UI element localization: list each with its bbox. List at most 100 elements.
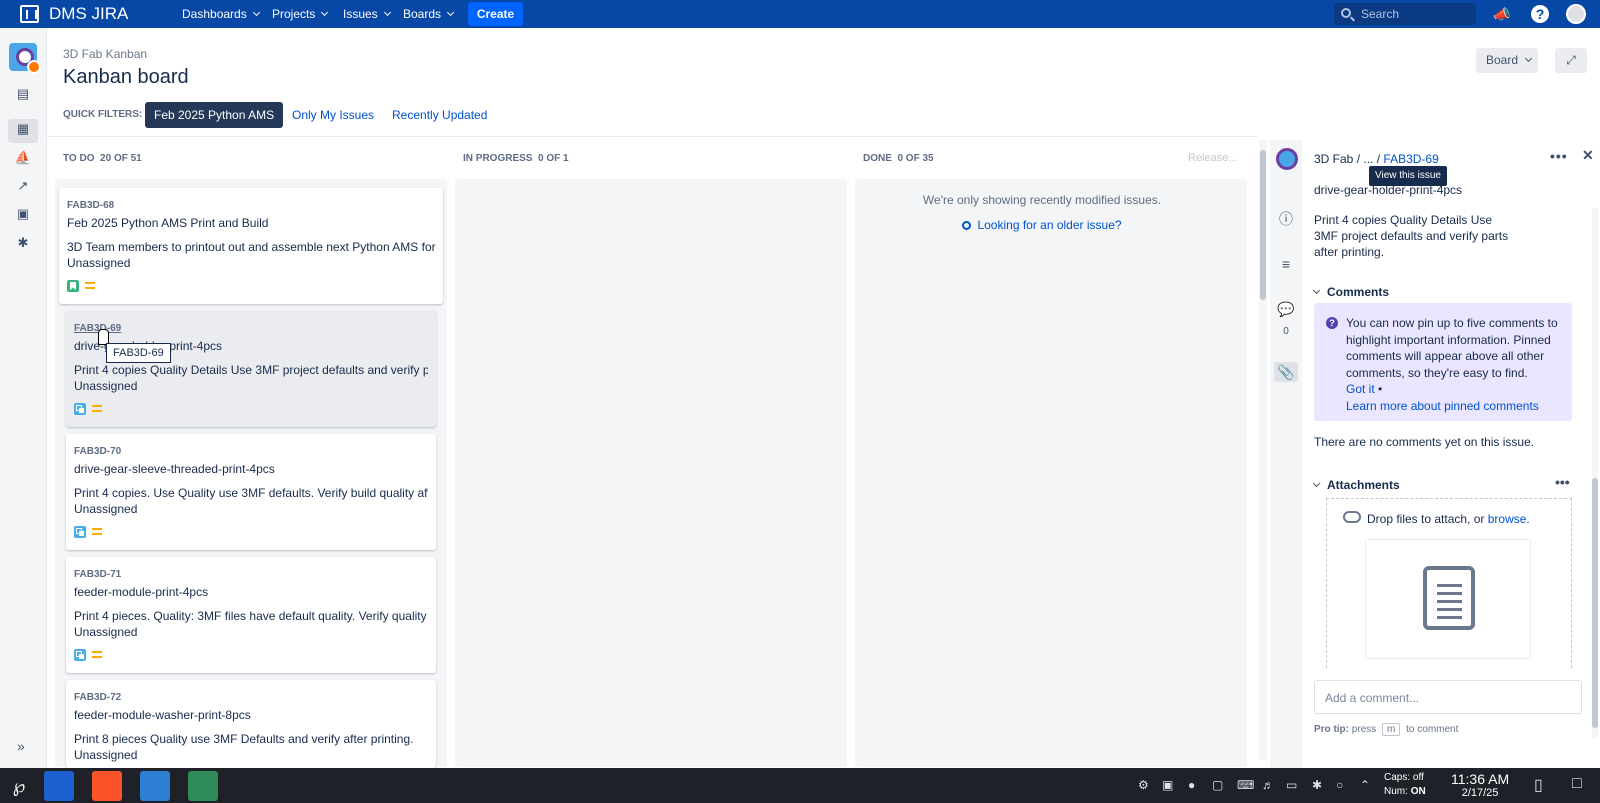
tray-notification-icon[interactable]: ⚙ bbox=[1138, 778, 1149, 792]
issue-detail-panel: ⓘ ≡ 💬 0 📎 3D Fab / ... / FAB3D-69 ••• ✕ … bbox=[1270, 140, 1600, 768]
megaphone-icon[interactable]: 📣 bbox=[1492, 4, 1512, 24]
tray-keyboard-icon[interactable]: ⌨ bbox=[1237, 778, 1254, 792]
help-icon[interactable]: ? bbox=[1531, 5, 1549, 23]
brave-browser-icon[interactable] bbox=[92, 771, 122, 801]
column-count: 20 OF 51 bbox=[100, 153, 142, 164]
release-link[interactable]: Release... bbox=[1188, 152, 1238, 164]
scrollbar-thumb[interactable] bbox=[1260, 150, 1266, 300]
comments-icon[interactable]: 💬 bbox=[1276, 299, 1296, 319]
tray-hp-icon[interactable]: ● bbox=[1188, 778, 1195, 792]
issue-description: Print 4 copies. Use Quality use 3MF defa… bbox=[74, 486, 428, 500]
tray-wifi-icon[interactable]: ○ bbox=[1336, 778, 1343, 792]
board-scrollbar[interactable] bbox=[1259, 140, 1267, 760]
crumb-ellipsis[interactable]: ... bbox=[1363, 152, 1373, 166]
nav-boards[interactable]: Boards bbox=[403, 7, 455, 21]
project-avatar-icon[interactable] bbox=[9, 43, 41, 74]
add-comment-input[interactable]: Add a comment... bbox=[1314, 680, 1582, 714]
quick-filter-recently-updated[interactable]: Recently Updated bbox=[383, 102, 496, 128]
board-view-dropdown[interactable]: Board bbox=[1476, 48, 1538, 73]
expand-sidebar-icon[interactable]: » bbox=[17, 738, 25, 754]
nav-issues[interactable]: Issues bbox=[343, 7, 391, 21]
issue-assignee: Unassigned bbox=[74, 625, 138, 639]
priority-medium-icon bbox=[92, 528, 102, 535]
issue-key[interactable]: FAB3D-72 bbox=[74, 692, 121, 703]
close-icon[interactable]: ✕ bbox=[1582, 147, 1594, 164]
column-name: DONE bbox=[863, 153, 892, 164]
comments-section-toggle[interactable]: Comments bbox=[1312, 285, 1389, 299]
tray-bluetooth-icon[interactable]: ✱ bbox=[1312, 778, 1322, 792]
project-breadcrumb[interactable]: 3D Fab Kanban bbox=[63, 47, 147, 61]
story-icon bbox=[67, 280, 79, 292]
add-ons-icon[interactable]: ✱ bbox=[13, 233, 33, 253]
details-info-icon[interactable]: ⓘ bbox=[1276, 209, 1296, 229]
attachments-heading: Attachments bbox=[1327, 478, 1400, 492]
quick-filter-feb-2025[interactable]: Feb 2025 Python AMS bbox=[145, 102, 284, 128]
kanban-board-icon[interactable]: ▦ bbox=[8, 119, 38, 143]
quick-filter-my-issues[interactable]: Only My Issues bbox=[283, 102, 383, 128]
protip-press: press bbox=[1351, 724, 1377, 735]
attachments-section-toggle[interactable]: Attachments bbox=[1312, 478, 1400, 492]
issue-card[interactable]: FAB3D-71 feeder-module-print-4pcs Print … bbox=[66, 557, 436, 673]
column-in-progress bbox=[455, 179, 847, 767]
num-status: ON bbox=[1410, 786, 1426, 797]
issue-description[interactable]: Print 4 copies Quality Details Use 3MF p… bbox=[1314, 212, 1514, 260]
older-issue-link[interactable]: Looking for an older issue? bbox=[857, 218, 1227, 232]
reports-icon[interactable]: ↗ bbox=[13, 176, 33, 196]
view-issue-tooltip: View this issue bbox=[1369, 166, 1447, 186]
issue-key[interactable]: FAB3D-71 bbox=[74, 569, 121, 580]
detail-scrollbar[interactable] bbox=[1592, 208, 1598, 738]
trash-icon[interactable]: ▯ bbox=[1534, 775, 1543, 795]
issue-card[interactable]: FAB3D-68 Feb 2025 Python AMS Print and B… bbox=[59, 188, 443, 304]
browse-link[interactable]: browse. bbox=[1488, 512, 1530, 526]
priority-medium-icon bbox=[85, 282, 95, 289]
nav-projects[interactable]: Projects bbox=[272, 7, 329, 21]
attachments-more-icon[interactable]: ••• bbox=[1555, 474, 1570, 490]
start-menu-icon[interactable]: ℘ bbox=[4, 771, 34, 801]
attachment-icon[interactable]: 📎 bbox=[1274, 362, 1298, 382]
nav-dashboards[interactable]: Dashboards bbox=[182, 7, 260, 21]
issues-icon[interactable]: ▣ bbox=[13, 204, 33, 224]
search-icon bbox=[1341, 8, 1351, 18]
attachment-thumbnail[interactable] bbox=[1365, 539, 1531, 659]
got-it-link[interactable]: Got it bbox=[1346, 382, 1375, 396]
issue-description: 3D Team members to printout out and asse… bbox=[67, 240, 436, 254]
backlog-icon[interactable]: ▤ bbox=[13, 84, 33, 104]
scrollbar-thumb[interactable] bbox=[1592, 478, 1598, 728]
attachment-dropzone[interactable]: Drop files to attach, or browse. bbox=[1326, 498, 1572, 668]
issue-summary: feeder-module-print-4pcs bbox=[74, 585, 209, 599]
more-actions-icon[interactable]: ••• bbox=[1550, 148, 1568, 164]
tray-vault-icon[interactable]: ▣ bbox=[1162, 778, 1173, 792]
column-count: 0 OF 35 bbox=[897, 153, 934, 164]
system-clock[interactable]: 11:36 AM 2/17/25 bbox=[1451, 771, 1509, 799]
tray-expand-icon[interactable]: ⌃ bbox=[1360, 778, 1370, 792]
jira-logo-icon[interactable] bbox=[20, 5, 39, 23]
older-issue-label: Looking for an older issue? bbox=[977, 218, 1122, 232]
issue-card[interactable]: FAB3D-72 feeder-module-washer-print-8pcs… bbox=[66, 680, 436, 768]
search-input[interactable]: Search bbox=[1334, 3, 1476, 25]
layers-app-icon[interactable] bbox=[188, 771, 218, 801]
issue-key[interactable]: FAB3D-68 bbox=[67, 200, 114, 211]
project-avatar-icon[interactable] bbox=[1276, 148, 1298, 170]
tray-battery-icon[interactable]: ▭ bbox=[1286, 778, 1297, 792]
create-button[interactable]: Create bbox=[468, 2, 523, 26]
issue-card-selected[interactable]: FAB3D-69 drive-gear-holder-print-4pcs Pr… bbox=[66, 311, 436, 427]
document-icon bbox=[1423, 566, 1475, 630]
issue-card[interactable]: FAB3D-70 drive-gear-sleeve-threaded-prin… bbox=[66, 434, 436, 550]
subtask-icon bbox=[74, 649, 86, 661]
issue-assignee: Unassigned bbox=[74, 379, 138, 393]
tray-volume-icon[interactable]: ♬ bbox=[1262, 778, 1274, 792]
fullscreen-button[interactable]: ⤢ bbox=[1555, 48, 1587, 73]
tray-clipboard-icon[interactable]: ▢ bbox=[1212, 778, 1223, 792]
user-avatar[interactable] bbox=[1566, 4, 1586, 24]
os-taskbar: ℘ ⚙ ▣ ● ▢ ⌨ ♬ ▭ ✱ ○ ⌃ Caps: off Num: ON 1… bbox=[0, 768, 1600, 803]
crumb-issue-key[interactable]: FAB3D-69 bbox=[1383, 152, 1438, 166]
store-icon[interactable] bbox=[140, 771, 170, 801]
bitwarden-icon[interactable] bbox=[44, 771, 74, 801]
description-icon[interactable]: ≡ bbox=[1276, 254, 1296, 274]
issue-key[interactable]: FAB3D-70 bbox=[74, 446, 121, 457]
learn-more-link[interactable]: Learn more about pinned comments bbox=[1346, 399, 1539, 413]
app-name[interactable]: DMS JIRA bbox=[49, 4, 128, 24]
releases-icon[interactable]: ⛵ bbox=[13, 148, 33, 168]
show-desktop-icon[interactable]: □ bbox=[1572, 775, 1582, 793]
crumb-project[interactable]: 3D Fab bbox=[1314, 152, 1353, 166]
